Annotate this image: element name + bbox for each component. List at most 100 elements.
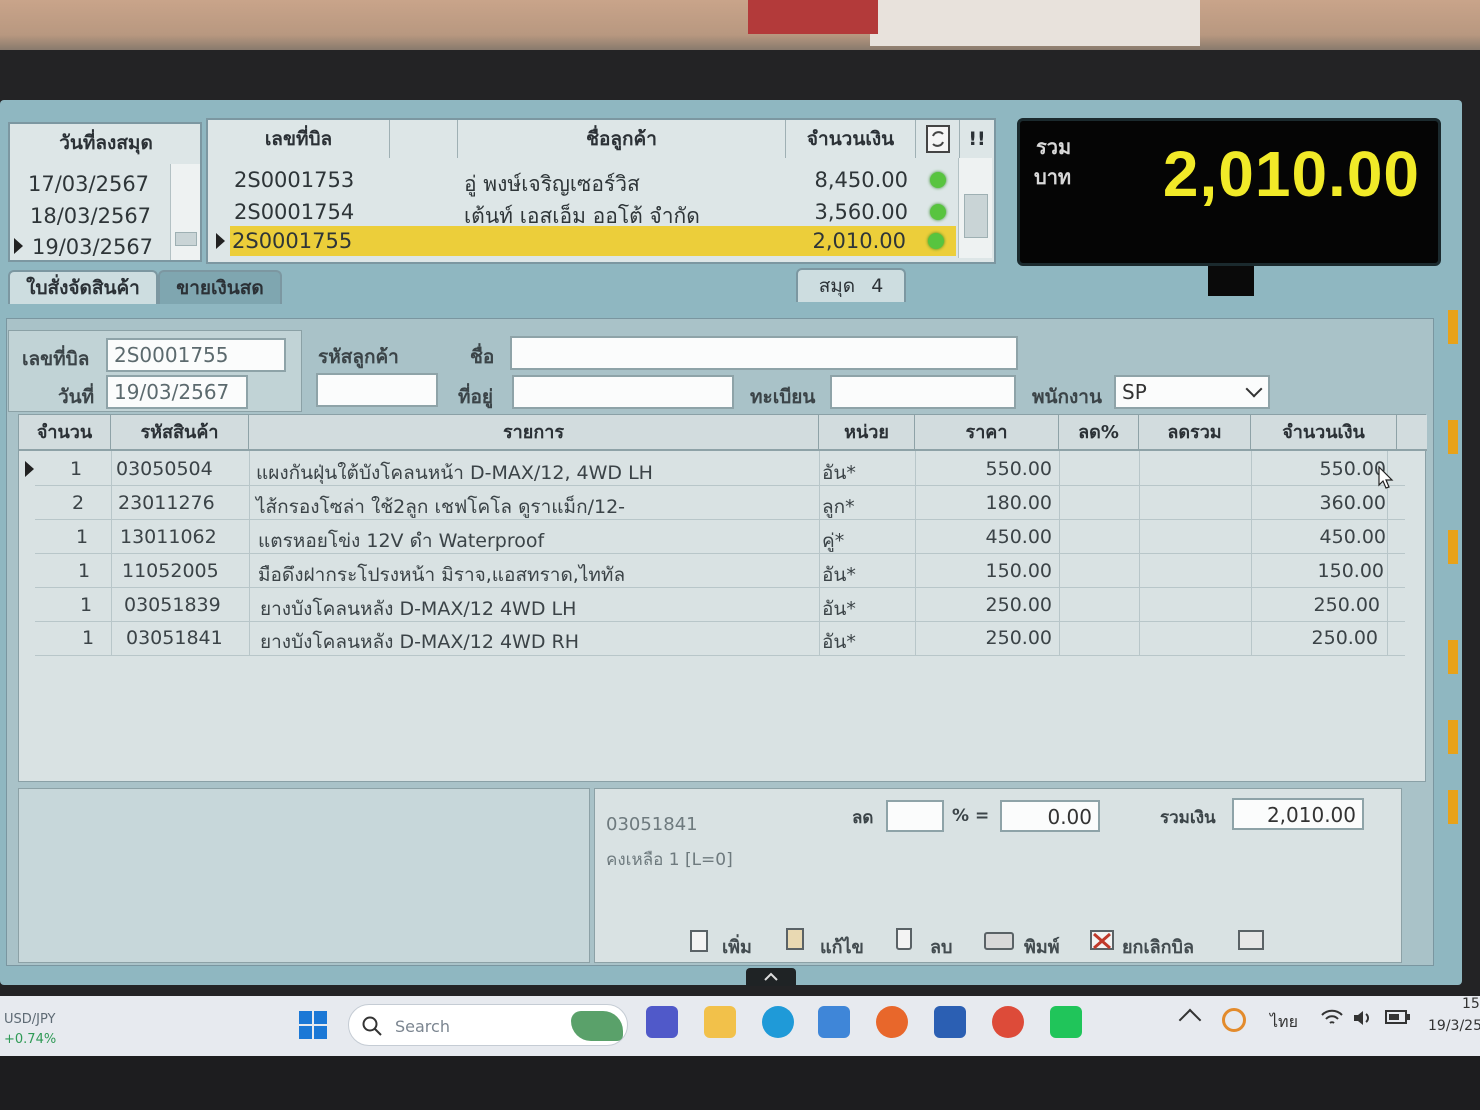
- line-icon[interactable]: [1050, 1006, 1082, 1038]
- item-price[interactable]: 250.00: [916, 627, 1052, 649]
- item-unit[interactable]: อัน*: [822, 560, 856, 590]
- dates-header: วันที่ลงสมุด: [59, 132, 153, 154]
- edge-icon[interactable]: [762, 1006, 794, 1038]
- item-code[interactable]: 11052005: [122, 560, 219, 582]
- item-desc[interactable]: ไส้กรองโซล่า ใช้2ลูก เชฟโคโล ดูราแม็ก/12…: [256, 492, 625, 522]
- item-qty[interactable]: 1: [78, 560, 90, 582]
- alert-header[interactable]: !!: [960, 120, 994, 158]
- col-qty[interactable]: จำนวน: [19, 415, 111, 451]
- item-unit[interactable]: คู่*: [822, 526, 844, 556]
- registration-field[interactable]: [830, 375, 1016, 409]
- employee-select[interactable]: SP: [1114, 375, 1270, 409]
- item-unit[interactable]: อัน*: [822, 594, 856, 624]
- bill-amount[interactable]: 3,560.00: [786, 200, 908, 224]
- bill-no[interactable]: 2S0001755: [232, 229, 352, 253]
- item-qty[interactable]: 2: [72, 492, 84, 514]
- col-amount[interactable]: จำนวนเงิน: [1251, 415, 1397, 451]
- tab-delivery-order[interactable]: ใบสั่งจัดสินค้า: [8, 270, 158, 304]
- item-desc[interactable]: แผงกันฝุ่นใต้บังโคลนหน้า D-MAX/12, 4WD L…: [256, 458, 653, 488]
- item-qty[interactable]: 1: [70, 458, 82, 480]
- item-code[interactable]: 03051839: [124, 594, 221, 616]
- chrome-icon[interactable]: [992, 1006, 1024, 1038]
- name-field[interactable]: [510, 336, 1018, 370]
- col-disc-pct[interactable]: ลด%: [1059, 415, 1139, 451]
- item-price[interactable]: 450.00: [916, 526, 1052, 548]
- windows-start-icon[interactable]: [298, 1010, 328, 1040]
- item-desc[interactable]: แตรหอยโข่ง 12V ดำ Waterproof: [258, 526, 544, 556]
- col-desc[interactable]: รายการ: [249, 415, 819, 451]
- date-field[interactable]: 19/03/2567: [106, 375, 248, 409]
- battery-icon[interactable]: [1384, 1008, 1412, 1026]
- language-indicator[interactable]: ไทย: [1270, 1010, 1298, 1035]
- mail-icon[interactable]: [818, 1006, 850, 1038]
- sum-value-field[interactable]: 2,010.00: [1232, 798, 1364, 830]
- item-desc[interactable]: ยางบังโคลนหลัง D-MAX/12 4WD RH: [260, 627, 579, 657]
- word-icon[interactable]: [934, 1006, 966, 1038]
- taskbar-search[interactable]: Search: [348, 1004, 628, 1046]
- refresh-icon[interactable]: [916, 120, 960, 158]
- date-row-selected[interactable]: 19/03/2567: [32, 235, 153, 259]
- scroll-thumb[interactable]: [175, 232, 197, 246]
- item-qty[interactable]: 1: [82, 627, 94, 649]
- item-code[interactable]: 23011276: [118, 492, 215, 514]
- bills-scrollbar[interactable]: [958, 158, 992, 258]
- item-code[interactable]: 03051841: [126, 627, 223, 649]
- file-explorer-icon[interactable]: [704, 1006, 736, 1038]
- bill-no[interactable]: 2S0001754: [234, 200, 354, 224]
- customer-header[interactable]: ชื่อลูกค้า: [458, 120, 786, 158]
- customer-code-field[interactable]: [316, 373, 438, 407]
- amount-header[interactable]: จำนวนเงิน: [786, 120, 916, 158]
- chevron-down-icon[interactable]: [1245, 380, 1263, 398]
- ticker-change[interactable]: +0.74%: [4, 1032, 56, 1047]
- firefox-icon[interactable]: [876, 1006, 908, 1038]
- item-amount[interactable]: 150.00: [1250, 560, 1384, 582]
- calculator-icon[interactable]: [1238, 930, 1264, 950]
- item-qty[interactable]: 1: [76, 526, 88, 548]
- item-desc[interactable]: มือดึงฝากระโปรงหน้า มิราจ,แอสทราด,ไททัล: [258, 560, 625, 590]
- bill-no[interactable]: 2S0001753: [234, 168, 354, 192]
- bill-customer[interactable]: อู่ พงษ์เจริญเซอร์วิส: [464, 168, 640, 201]
- item-amount[interactable]: 450.00: [1252, 526, 1386, 548]
- col-disc-total[interactable]: ลดรวม: [1139, 415, 1251, 451]
- bill-amount[interactable]: 2,010.00: [784, 229, 906, 253]
- date-row[interactable]: 18/03/2567: [30, 204, 151, 228]
- bill-no-header[interactable]: เลขที่บิล: [208, 120, 390, 158]
- clock-date[interactable]: 19/3/25: [1428, 1018, 1480, 1034]
- tab-cash-sale[interactable]: ขายเงินสด: [158, 270, 282, 304]
- item-price[interactable]: 150.00: [916, 560, 1052, 582]
- row-pointer-icon: [216, 233, 225, 249]
- scroll-thumb[interactable]: [964, 194, 988, 238]
- discount-pct-field[interactable]: [886, 800, 944, 832]
- chevron-up-icon[interactable]: [746, 968, 796, 986]
- item-amount[interactable]: 250.00: [1246, 594, 1380, 616]
- col-unit[interactable]: หน่วย: [819, 415, 915, 451]
- wifi-icon[interactable]: [1320, 1008, 1344, 1028]
- item-code[interactable]: 03050504: [116, 458, 213, 480]
- item-price[interactable]: 250.00: [916, 594, 1052, 616]
- item-price[interactable]: 180.00: [916, 492, 1052, 514]
- item-amount[interactable]: 250.00: [1244, 627, 1378, 649]
- bill-amount[interactable]: 8,450.00: [786, 168, 908, 192]
- discount-value-field[interactable]: 0.00: [1000, 800, 1100, 832]
- date-row[interactable]: 17/03/2567: [28, 172, 149, 196]
- item-desc[interactable]: ยางบังโคลนหลัง D-MAX/12 4WD LH: [260, 594, 576, 624]
- item-unit[interactable]: อัน*: [822, 627, 856, 657]
- volume-icon[interactable]: [1352, 1008, 1374, 1028]
- item-amount[interactable]: 550.00: [1252, 458, 1386, 480]
- address-field[interactable]: [512, 375, 734, 409]
- bill-no-field[interactable]: 2S0001755: [106, 338, 286, 372]
- sync-icon[interactable]: [1222, 1008, 1246, 1032]
- search-icon: [362, 1016, 382, 1036]
- col-price[interactable]: ราคา: [915, 415, 1059, 451]
- item-unit[interactable]: อัน*: [822, 458, 856, 488]
- item-price[interactable]: 550.00: [916, 458, 1052, 480]
- clock-time[interactable]: 15: [1462, 996, 1480, 1012]
- col-code[interactable]: รหัสสินค้า: [111, 415, 249, 451]
- ticker-name[interactable]: USD/JPY: [4, 1012, 56, 1027]
- teams-icon[interactable]: [646, 1006, 678, 1038]
- item-unit[interactable]: ลูก*: [822, 492, 855, 522]
- dates-scrollbar[interactable]: [170, 164, 200, 260]
- item-amount[interactable]: 360.00: [1252, 492, 1386, 514]
- item-qty[interactable]: 1: [80, 594, 92, 616]
- item-code[interactable]: 13011062: [120, 526, 217, 548]
